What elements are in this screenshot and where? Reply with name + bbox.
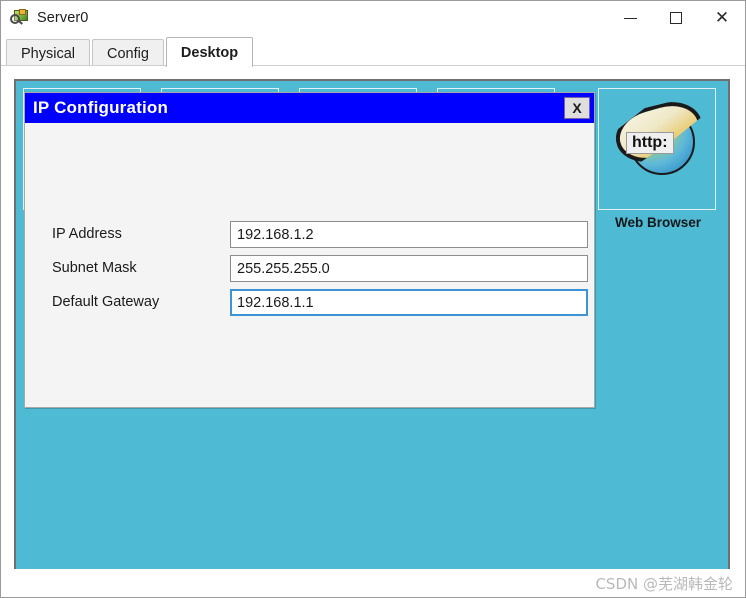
tab-desktop-label: Desktop [180,44,239,61]
dialog-body: IP Address 192.168.1.2 Subnet Mask 255.2… [25,123,594,407]
web-browser-globe-icon: http: [613,99,705,191]
close-icon: ✕ [714,7,730,28]
minimize-button[interactable] [607,1,653,35]
dialog-title: IP Configuration [33,98,169,117]
application-window: Server0 ✕ Physical Config Desktop http: … [0,0,746,598]
tab-physical-label: Physical [21,45,75,62]
subnet-mask-input[interactable]: 255.255.255.0 [230,255,588,282]
tab-config-label: Config [107,45,149,62]
window-controls: ✕ [607,1,745,35]
maximize-button[interactable] [653,1,699,35]
desktop-tile-web-browser-label: Web Browser [614,215,702,230]
watermark-text: CSDN @芜湖韩金轮 [595,575,733,593]
minimize-icon [623,17,637,19]
form-row-default-gateway: Default Gateway 192.168.1.1 [25,289,594,317]
close-button[interactable]: ✕ [699,1,745,35]
footer-strip: CSDN @芜湖韩金轮 [1,569,745,597]
tab-desktop[interactable]: Desktop [165,37,254,67]
ip-address-label: IP Address [52,226,122,242]
tab-physical[interactable]: Physical [6,39,90,67]
window-title-bar: Server0 ✕ [1,1,745,35]
dialog-close-icon: X [572,100,582,116]
window-title: Server0 [37,10,89,26]
maximize-icon [670,12,682,24]
tab-config[interactable]: Config [92,39,164,67]
desktop-canvas: http: Web Browser IP Configuration X IP … [14,79,730,573]
http-badge-label: http: [626,132,674,155]
default-gateway-input[interactable]: 192.168.1.1 [230,289,588,316]
form-row-ip-address: IP Address 192.168.1.2 [25,221,594,249]
subnet-mask-label: Subnet Mask [52,260,137,276]
dialog-close-button[interactable]: X [564,97,590,119]
dialog-title-bar[interactable]: IP Configuration X [25,93,594,123]
default-gateway-label: Default Gateway [52,294,160,310]
ip-configuration-dialog: IP Configuration X IP Address 192.168.1.… [24,92,595,408]
tab-strip: Physical Config Desktop [1,35,745,67]
tab-content-panel: http: Web Browser IP Configuration X IP … [1,65,745,597]
packet-tracer-device-icon [10,8,30,28]
ip-address-input[interactable]: 192.168.1.2 [230,221,588,248]
form-row-subnet-mask: Subnet Mask 255.255.255.0 [25,255,594,283]
desktop-tile-web-browser[interactable]: http: Web Browser [598,88,716,230]
